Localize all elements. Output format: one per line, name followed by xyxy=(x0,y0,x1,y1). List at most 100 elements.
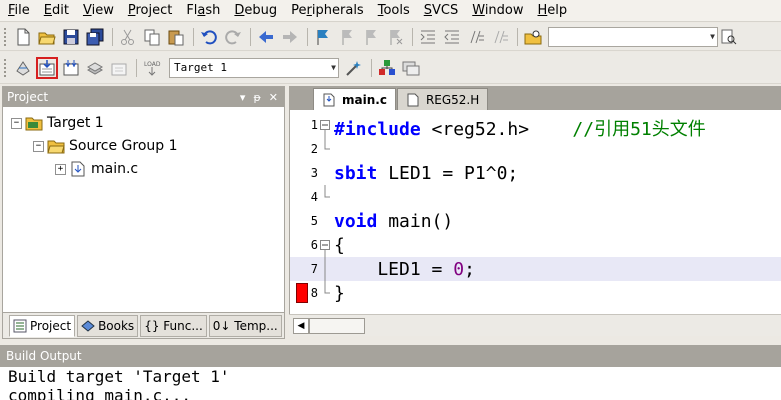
download-button[interactable]: LOAD xyxy=(141,57,163,79)
target-select[interactable]: Target 1 ▼ xyxy=(169,57,339,78)
comment-button[interactable] xyxy=(465,26,487,48)
tree-item-main-c[interactable]: + main.c xyxy=(55,159,138,179)
code-text: LED1 = 0; xyxy=(334,259,475,280)
target-options-button[interactable] xyxy=(343,57,365,79)
expand-icon[interactable]: + xyxy=(55,163,66,175)
chevron-down-icon: ▼ xyxy=(710,32,715,41)
tab-reg52-h[interactable]: REG52.H xyxy=(396,88,489,110)
code-text: { xyxy=(334,235,345,256)
c-file-icon xyxy=(71,161,85,177)
undo-button[interactable] xyxy=(198,26,220,48)
code-editor[interactable]: 1 #include <reg52.h> //引用51头文件 2 3 sbit … xyxy=(289,110,781,314)
translate-button[interactable] xyxy=(12,57,34,79)
code-line[interactable]: 2 xyxy=(290,137,781,161)
build-button[interactable] xyxy=(36,56,58,79)
tab-main-c-label: main.c xyxy=(342,92,387,107)
toolbar-grip[interactable] xyxy=(4,58,8,77)
build-output-title: Build Output xyxy=(6,349,82,363)
code-line-current[interactable]: 7 LED1 = 0; xyxy=(290,257,781,281)
code-line[interactable]: 5 void main() xyxy=(290,209,781,233)
code-line[interactable]: 3 sbit LED1 = P1^0; xyxy=(290,161,781,185)
menu-tools[interactable]: Tools xyxy=(378,3,410,18)
new-file-icon xyxy=(17,28,30,45)
save-button[interactable] xyxy=(60,26,82,48)
stop-build-button[interactable] xyxy=(108,57,130,79)
folder-icon xyxy=(47,140,65,154)
fold-end-icon xyxy=(324,137,330,150)
tab-project-label: Project xyxy=(30,318,72,333)
load-icon: LOAD xyxy=(144,61,161,76)
close-icon[interactable]: ✕ xyxy=(269,91,278,104)
line-number: 2 xyxy=(310,142,318,156)
indent-button[interactable] xyxy=(417,26,439,48)
file-extensions-button[interactable] xyxy=(400,57,422,79)
menu-view[interactable]: View xyxy=(83,3,114,18)
fold-minus-icon[interactable] xyxy=(320,113,330,137)
copy-button[interactable] xyxy=(141,26,163,48)
menu-project[interactable]: Project xyxy=(128,3,173,18)
code-line[interactable]: 8 } xyxy=(290,281,781,305)
code-line[interactable]: 4 xyxy=(290,185,781,209)
tree-item-target[interactable]: − Target 1 xyxy=(11,113,104,133)
editor-horizontal-scrollbar[interactable]: ◀ xyxy=(289,314,781,336)
open-file-button[interactable] xyxy=(36,26,58,48)
pin-icon[interactable]: ᵽ xyxy=(253,91,260,104)
paste-icon xyxy=(168,30,184,45)
next-bookmark-button[interactable] xyxy=(360,26,382,48)
build-output-panel[interactable]: Build target 'Target 1' compiling main.c… xyxy=(0,367,781,400)
undo-icon xyxy=(201,29,217,44)
collapse-icon[interactable]: − xyxy=(33,140,44,152)
uncomment-icon xyxy=(494,30,508,43)
stop-build-icon xyxy=(111,63,127,75)
redo-button[interactable] xyxy=(222,26,244,48)
prev-bookmark-button[interactable] xyxy=(336,26,358,48)
save-all-button[interactable] xyxy=(84,26,106,48)
uncomment-button[interactable] xyxy=(489,26,511,48)
cut-button[interactable] xyxy=(117,26,139,48)
batch-build-button[interactable] xyxy=(84,57,106,79)
menu-window[interactable]: Window xyxy=(472,3,523,18)
components-icon xyxy=(379,59,395,75)
find-button[interactable] xyxy=(718,26,740,48)
fold-end-icon xyxy=(324,281,330,294)
line-number: 7 xyxy=(310,262,318,276)
nav-back-button[interactable] xyxy=(255,26,277,48)
manage-components-button[interactable] xyxy=(376,57,398,79)
arrow-right-icon xyxy=(283,30,297,43)
code-line[interactable]: 6 { xyxy=(290,233,781,257)
find-combo[interactable]: ▼ xyxy=(548,26,718,47)
paste-button[interactable] xyxy=(165,26,187,48)
menu-file[interactable]: File xyxy=(8,3,30,18)
rebuild-button[interactable] xyxy=(60,57,82,79)
nav-forward-button[interactable] xyxy=(279,26,301,48)
tab-project[interactable]: Project xyxy=(9,314,76,337)
scroll-thumb[interactable] xyxy=(309,318,365,334)
header-file-icon xyxy=(407,93,419,106)
indent-icon xyxy=(420,30,435,43)
unindent-button[interactable] xyxy=(441,26,463,48)
menu-svcs[interactable]: SVCS xyxy=(424,3,459,18)
tab-templates[interactable]: 0↓ Temp... xyxy=(208,314,282,337)
tab-main-c[interactable]: main.c xyxy=(313,88,396,110)
toolbar-grip[interactable] xyxy=(4,27,8,46)
collapse-icon[interactable]: − xyxy=(11,117,22,129)
scroll-left-icon[interactable]: ◀ xyxy=(293,318,309,334)
tab-books[interactable]: Books xyxy=(77,314,139,337)
menu-help[interactable]: Help xyxy=(538,3,568,18)
new-file-button[interactable] xyxy=(12,26,34,48)
clear-bookmarks-button[interactable] xyxy=(384,26,406,48)
bookmark-button[interactable] xyxy=(312,26,334,48)
tab-books-label: Books xyxy=(98,318,135,333)
code-line[interactable]: 1 #include <reg52.h> //引用51头文件 xyxy=(290,113,781,140)
menu-peripherals[interactable]: Peripherals xyxy=(291,3,364,18)
find-in-files-button[interactable] xyxy=(522,26,544,48)
tab-functions[interactable]: {} Func... xyxy=(140,314,207,337)
tree-item-source-group[interactable]: − Source Group 1 xyxy=(33,136,178,156)
fold-minus-icon[interactable] xyxy=(320,233,330,257)
menu-flash[interactable]: Flash xyxy=(186,3,220,18)
menu-edit[interactable]: Edit xyxy=(44,3,69,18)
translate-icon xyxy=(16,60,30,76)
menu-debug[interactable]: Debug xyxy=(234,3,277,18)
flag-next-icon xyxy=(366,29,376,45)
panel-menu-icon[interactable]: ▾ xyxy=(240,91,246,104)
